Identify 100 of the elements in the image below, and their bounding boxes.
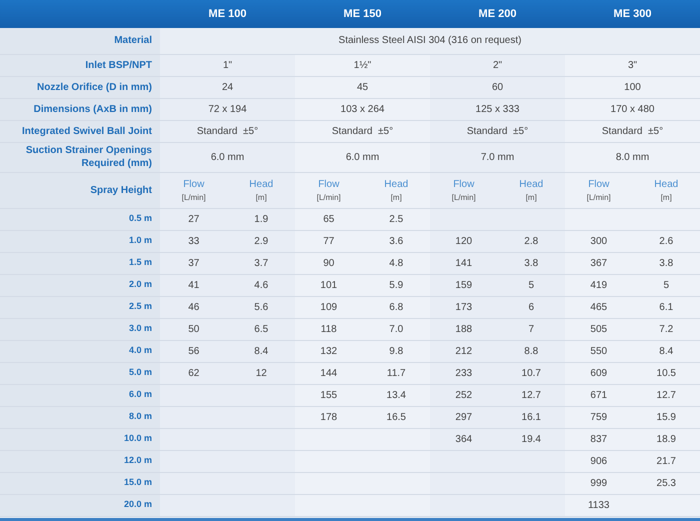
row-label: 1.0 m — [0, 230, 160, 252]
table-cell: 19.4 — [522, 434, 541, 444]
table-cell: 118 — [320, 324, 337, 334]
table-cell: Standard ±5° — [160, 120, 295, 142]
table-cell: 5 — [528, 280, 534, 290]
row-label: Nozzle Orifice (D in mm) — [0, 76, 160, 98]
table-cell: 56 — [188, 346, 200, 356]
subcolumn-unit: [L/min] — [586, 192, 612, 204]
table-cell: 8.0 mm — [565, 142, 700, 172]
table-cell: 173 — [455, 302, 472, 312]
table-cell: 300 — [590, 236, 608, 246]
table-cell: 90 — [323, 258, 334, 268]
subcolumn-unit: [m] — [660, 192, 673, 204]
table-cell: 144 — [320, 368, 338, 378]
row-label: 2.5 m — [0, 296, 160, 318]
table-cell: 4.6 — [254, 280, 268, 290]
table-cell: 103 x 264 — [295, 98, 430, 120]
subcolumn-title: Head — [653, 178, 680, 192]
table-cell: 188 — [455, 324, 472, 334]
table-cell: 1" — [160, 54, 295, 76]
subcolumn-unit: [L/min] — [180, 192, 207, 204]
table-cell: 8.4 — [659, 346, 674, 356]
subcolumn-unit: [L/min] — [450, 192, 477, 204]
subcolumn-title: Flow — [452, 178, 476, 192]
column-header: ME 300 — [565, 0, 700, 28]
table-cell: 18.9 — [656, 434, 676, 444]
table-cell: Standard ±5° — [295, 120, 430, 142]
table-cell: 759 — [590, 412, 608, 422]
table-cell: 60 — [430, 76, 565, 98]
table-cell: 62 — [188, 368, 200, 378]
table-cell: 45 — [295, 76, 430, 98]
table-cell: 50 — [188, 324, 200, 334]
table-cell: 16.1 — [522, 412, 541, 422]
row-label: 6.0 m — [0, 384, 160, 406]
table-cell: 21.7 — [656, 456, 676, 466]
table-cell: 505 — [590, 324, 608, 334]
table-cell: 364 — [455, 434, 472, 444]
table-cell: 6.0 mm — [160, 142, 295, 172]
row-label: Suction Strainer Openings Required (mm) — [0, 142, 160, 172]
row-label: 2.0 m — [0, 274, 160, 296]
table-cell: 609 — [590, 368, 608, 378]
table-cell: 671 — [590, 390, 608, 400]
row-label: 4.0 m — [0, 340, 160, 362]
table-cell: 8.4 — [254, 346, 268, 356]
table-cell: 4.8 — [389, 258, 404, 268]
table-cell: Standard ±5° — [430, 120, 565, 142]
table-cell: 3.6 — [389, 236, 404, 246]
row-label: 15.0 m — [0, 472, 160, 494]
table-cell: 5.9 — [389, 280, 404, 290]
table-cell: 15.9 — [656, 412, 676, 422]
subcolumn-title: Head — [383, 178, 410, 192]
table-cell: 419 — [590, 280, 608, 290]
table-cell: 33 — [188, 236, 200, 246]
subcolumn-unit: [m] — [524, 192, 538, 204]
table-cell: 8.8 — [524, 346, 538, 356]
table-cell: 155 — [320, 390, 338, 400]
table-cell: 550 — [590, 346, 608, 356]
table-cell: 11.7 — [386, 368, 406, 378]
table-cell: 65 — [323, 214, 334, 224]
table-cell: 6 — [528, 302, 534, 312]
row-label: 3.0 m — [0, 318, 160, 340]
row-label: 12.0 m — [0, 450, 160, 472]
table-cell: 7.2 — [659, 324, 674, 334]
table-cell: 3.8 — [524, 258, 538, 268]
row-label: 1.5 m — [0, 252, 160, 274]
table-cell: 24 — [160, 76, 295, 98]
table-cell: 37 — [188, 258, 200, 268]
table-cell: 2.6 — [659, 236, 674, 246]
table-cell: 6.0 mm — [295, 142, 430, 172]
table-cell: 13.4 — [386, 390, 406, 400]
table-cell: 3" — [565, 54, 700, 76]
table-cell: 100 — [565, 76, 700, 98]
table-cell: 3.8 — [659, 258, 674, 268]
table-cell: 46 — [188, 302, 200, 312]
table-cell: 27 — [188, 214, 200, 224]
row-label: Inlet BSP/NPT — [0, 54, 160, 76]
table-cell: 465 — [590, 302, 608, 312]
subcolumn-unit: [m] — [254, 192, 268, 204]
table-cell: 906 — [590, 456, 608, 466]
column-header: ME 150 — [295, 0, 430, 28]
subcolumn-title: Flow — [317, 178, 340, 192]
table-cell: 1½" — [295, 54, 430, 76]
table-cell: 999 — [590, 478, 608, 488]
row-label: 0.5 m — [0, 208, 160, 230]
table-cell: 132 — [320, 346, 338, 356]
table-cell: 12.7 — [656, 390, 676, 400]
table-cell: 1133 — [588, 500, 610, 510]
table-cell: 7.0 — [389, 324, 404, 334]
table-cell: 6.5 — [254, 324, 268, 334]
table-cell: 233 — [455, 368, 472, 378]
subcolumn-title: Flow — [182, 178, 206, 192]
table-cell: 10.7 — [522, 368, 541, 378]
row-label: Integrated Swivel Ball Joint — [0, 120, 160, 142]
table-cell: 2.9 — [254, 236, 268, 246]
table-cell: 7.0 mm — [430, 142, 565, 172]
table-cell: 109 — [320, 302, 338, 312]
table-cell: 252 — [455, 390, 472, 400]
row-label: Material — [0, 28, 160, 54]
table-cell: 12 — [256, 368, 267, 378]
table-cell: 12.7 — [522, 390, 541, 400]
